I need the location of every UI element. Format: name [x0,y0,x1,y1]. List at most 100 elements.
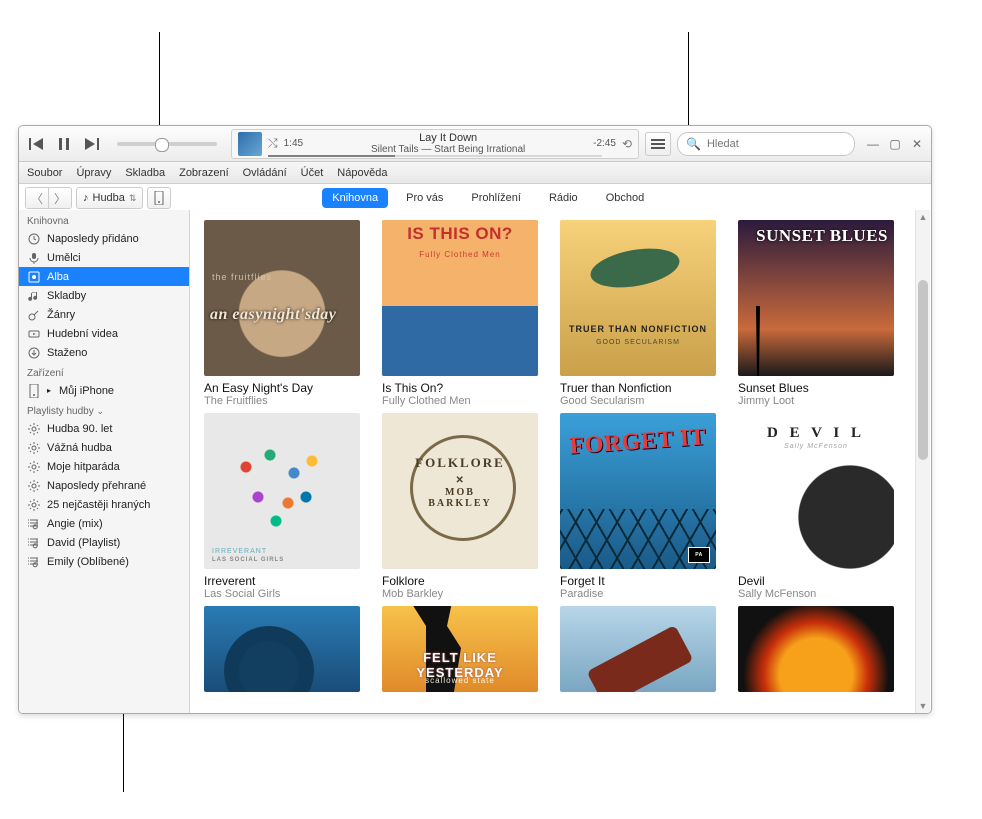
album-card[interactable] [204,606,360,692]
album-title: Irreverent [204,574,360,588]
next-button[interactable] [81,133,103,155]
album-title: Is This On? [382,381,538,395]
up-next-button[interactable] [645,132,671,156]
menu-item[interactable]: Skladba [125,167,165,179]
album-cover[interactable]: the fruitfliesan easynight'sday [204,220,360,376]
album-card[interactable]: FOLKLORE✕MOBBARKLEYFolkloreMob Barkley [382,413,538,600]
sidebar-item-playlist[interactable]: Moje hitparáda [19,457,189,476]
menu-item[interactable]: Ovládání [243,167,287,179]
sidebar-item-label: 25 nejčastěji hraných [47,499,150,511]
scrollbar-thumb[interactable] [918,280,928,460]
album-card[interactable]: FORGET ITPA Forget ItParadise [560,413,716,600]
sidebar-item-playlist[interactable]: Angie (mix) [19,514,189,533]
shuffle-icon[interactable]: ⤭ [268,136,278,151]
album-artist: Good Secularism [560,395,716,407]
close-button[interactable]: ✕ [911,138,923,150]
gear-icon [27,441,41,455]
album-card[interactable]: TRUER THAN NONFICTIONGOOD SECULARISMTrue… [560,220,716,407]
album-card[interactable]: IRREVERANTLAS SOCIAL GIRLSIrreverentLas … [204,413,360,600]
sidebar-item-library[interactable]: Alba [19,267,189,286]
sidebar-item-label: Naposledy přehrané [47,480,146,492]
album-card[interactable]: D E V I LSally McFensonDevilSally McFens… [738,413,894,600]
minimize-button[interactable]: — [867,138,879,150]
sidebar-item-library[interactable]: Umělci [19,248,189,267]
sidebar-item-label: Hudební videa [47,328,118,340]
album-cover[interactable] [204,606,360,692]
search-field[interactable]: 🔍 [677,132,855,156]
menu-item[interactable]: Zobrazení [179,167,229,179]
album-card[interactable]: IS THIS ON?Fully Clothed MenIs This On?F… [382,220,538,407]
album-cover[interactable]: IS THIS ON?Fully Clothed Men [382,220,538,376]
forward-button[interactable]: 〉 [48,188,71,208]
volume-slider[interactable] [117,142,217,146]
video-icon [27,327,41,341]
sidebar-item-playlist[interactable]: Hudba 90. let [19,419,189,438]
scroll-up-icon[interactable]: ▲ [916,210,930,224]
menu-item[interactable]: Účet [301,167,324,179]
player-bar: ⤭ 1:45 Lay It Down Silent Tails — Start … [19,126,931,162]
tab-radio[interactable]: Rádio [539,188,588,208]
menu-item[interactable]: Úpravy [76,167,111,179]
sidebar-item-label: Vážná hudba [47,442,112,454]
gear-icon [27,479,41,493]
sidebar-item-library[interactable]: Skladby [19,286,189,305]
album-artist: Sally McFenson [738,588,894,600]
album-cover[interactable] [560,606,716,692]
album-cover[interactable]: FELT LIKE YESTERDAYscallowed state [382,606,538,692]
now-playing-title: Lay It Down [419,132,477,144]
album-cover[interactable]: D E V I LSally McFenson [738,413,894,569]
album-title: Sunset Blues [738,381,894,395]
sidebar-item-library[interactable]: Žánry [19,305,189,324]
sidebar-item-library[interactable]: Naposledy přidáno [19,229,189,248]
tab-library[interactable]: Knihovna [322,188,388,208]
album-card[interactable]: the fruitfliesan easynight'sdayAn Easy N… [204,220,360,407]
tab-store[interactable]: Obchod [596,188,655,208]
sidebar-item-playlist[interactable]: Vážná hudba [19,438,189,457]
scrollbar[interactable]: ▲ ▼ [915,210,930,713]
device-button[interactable] [147,187,171,209]
sidebar-item-playlist[interactable]: Emily (Oblíbené) [19,552,189,571]
scroll-down-icon[interactable]: ▼ [916,699,930,713]
previous-button[interactable] [25,133,47,155]
album-cover[interactable]: FOLKLORE✕MOBBARKLEY [382,413,538,569]
gear-icon [27,422,41,436]
sidebar-item-device[interactable]: ▸Můj iPhone [19,381,189,400]
album-card[interactable]: FELT LIKE YESTERDAYscallowed state [382,606,538,692]
album-cover[interactable]: FORGET ITPA [560,413,716,569]
callout-line [123,712,124,792]
repeat-icon[interactable]: ⟲ [622,137,632,151]
menu-item[interactable]: Nápověda [337,167,387,179]
tab-browse[interactable]: Prohlížení [461,188,531,208]
pause-button[interactable] [53,133,75,155]
sidebar-item-playlist[interactable]: David (Playlist) [19,533,189,552]
remaining-time: -2:45 [593,138,616,149]
sidebar-item-playlist[interactable]: 25 nejčastěji hraných [19,495,189,514]
media-type-label: Hudba [93,192,125,204]
album-card[interactable] [560,606,716,692]
album-artist: Jimmy Loot [738,395,894,407]
menu-item[interactable]: Soubor [27,167,62,179]
album-cover[interactable] [738,606,894,692]
sidebar-item-playlist[interactable]: Naposledy přehrané [19,476,189,495]
mic-icon [27,251,41,265]
album-card[interactable]: SUNSET BLUES Sunset BluesJimmy Loot [738,220,894,407]
sidebar-item-library[interactable]: Staženo [19,343,189,362]
sidebar-item-library[interactable]: Hudební videa [19,324,189,343]
album-cover[interactable]: TRUER THAN NONFICTIONGOOD SECULARISM [560,220,716,376]
album-artist: Paradise [560,588,716,600]
album-title: Folklore [382,574,538,588]
album-cover[interactable]: SUNSET BLUES [738,220,894,376]
chevron-down-icon[interactable]: ⌄ [96,406,104,416]
media-type-select[interactable]: ♪ Hudba ⇅ [76,187,143,209]
album-cover[interactable]: IRREVERANTLAS SOCIAL GIRLS [204,413,360,569]
album-card[interactable] [738,606,894,692]
search-input[interactable] [705,137,851,151]
maximize-button[interactable]: ▢ [889,138,901,150]
album-title: Forget It [560,574,716,588]
tab-for-you[interactable]: Pro vás [396,188,453,208]
album-grid[interactable]: the fruitfliesan easynight'sdayAn Easy N… [190,210,931,713]
now-playing-display[interactable]: ⤭ 1:45 Lay It Down Silent Tails — Start … [231,129,639,159]
back-button[interactable]: 〈 [26,188,48,208]
sidebar-item-label: Umělci [47,252,81,264]
app-window: ⤭ 1:45 Lay It Down Silent Tails — Start … [18,125,932,714]
